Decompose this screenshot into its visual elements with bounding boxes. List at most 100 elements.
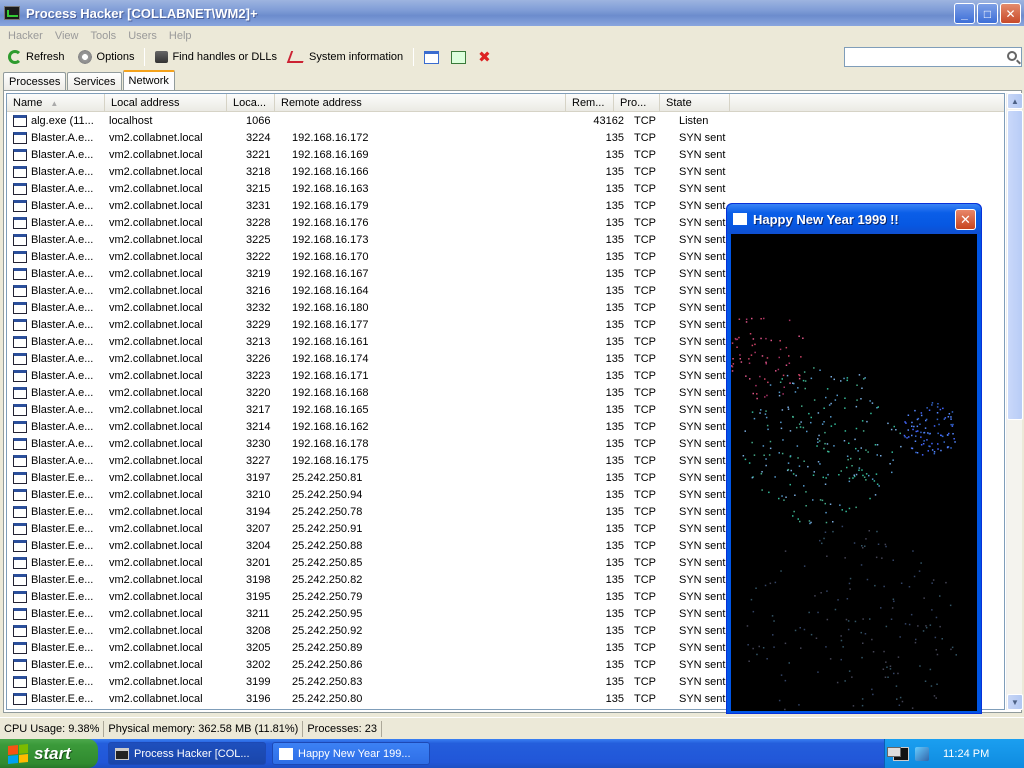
start-button[interactable]: start	[0, 739, 98, 768]
firework-spark	[855, 506, 857, 509]
scrollbar-thumb[interactable]	[1007, 110, 1023, 420]
firework-spark	[817, 671, 819, 673]
process-window-icon	[13, 267, 27, 280]
firework-spark	[842, 646, 844, 648]
table-row[interactable]: Blaster.A.e... vm2.collabnet.local 3218 192…	[7, 163, 1004, 180]
menu-hacker[interactable]: Hacker	[2, 30, 49, 42]
firework-spark	[805, 505, 807, 507]
process-name-text: Blaster.A.e...	[31, 148, 94, 161]
clock[interactable]: 11:24 PM	[943, 748, 989, 760]
firework-spark	[780, 674, 783, 676]
minimize-button[interactable]: _	[954, 3, 975, 24]
column-local-port[interactable]: Loca...	[227, 94, 275, 112]
firework-spark	[936, 653, 939, 656]
firework-spark	[917, 417, 920, 420]
cell-remote-port: 135	[605, 250, 624, 263]
table-row[interactable]: Blaster.A.e... vm2.collabnet.local 3215 192…	[7, 180, 1004, 197]
firework-spark	[876, 454, 878, 456]
popup-title-bar[interactable]: Happy New Year 1999 !!	[727, 204, 981, 234]
menu-help[interactable]: Help	[163, 30, 198, 42]
cell-remote-port: 135	[605, 454, 624, 467]
column-protocol[interactable]: Pro...	[614, 94, 660, 112]
firework-spark	[848, 582, 851, 585]
firework-spark	[865, 449, 867, 451]
firework-spark	[887, 676, 889, 678]
firework-spark	[925, 626, 928, 629]
firework-spark	[876, 444, 879, 446]
network-icon[interactable]	[915, 746, 929, 761]
firework-spark	[794, 391, 797, 393]
tab-processes[interactable]: Processes	[3, 72, 67, 90]
tab-services[interactable]: Services	[67, 72, 122, 90]
search-input[interactable]	[844, 47, 1022, 67]
table-row[interactable]: Blaster.A.e... vm2.collabnet.local 3224 192…	[7, 129, 1004, 146]
firework-spark	[848, 442, 850, 444]
firework-spark	[827, 473, 829, 476]
refresh-button[interactable]: Refresh	[2, 46, 71, 68]
firework-spark	[861, 387, 863, 389]
firework-spark	[753, 454, 756, 456]
scroll-down-button[interactable]: ▼	[1007, 694, 1023, 710]
find-handles-button[interactable]: Find handles or DLLs	[149, 46, 283, 68]
options-button[interactable]: Options	[71, 46, 141, 68]
firework-spark	[855, 447, 857, 450]
window-icon	[424, 50, 440, 64]
firework-spark	[920, 414, 923, 417]
maximize-button[interactable]: □	[977, 3, 998, 24]
cell-process-name: Blaster.E.e...	[7, 692, 105, 705]
column-local-address[interactable]: Local address	[105, 94, 227, 112]
firework-spark	[758, 645, 760, 648]
search-icon[interactable]	[1007, 51, 1017, 61]
firework-spark	[875, 556, 878, 559]
menu-view[interactable]: View	[49, 30, 85, 42]
menu-users[interactable]: Users	[122, 30, 163, 42]
happy-new-year-window[interactable]: Happy New Year 1999 !! ✕	[726, 203, 982, 714]
process-window-icon	[13, 437, 27, 450]
firework-spark	[916, 452, 919, 454]
column-remote-port[interactable]: Rem...	[566, 94, 614, 112]
firework-spark	[824, 531, 827, 533]
options-label: Options	[96, 51, 135, 63]
keyboard-icon[interactable]	[887, 747, 901, 757]
firework-spark	[760, 473, 763, 475]
column-name[interactable]: Name ▲	[7, 94, 105, 112]
find-window-button[interactable]	[418, 46, 445, 68]
scroll-up-button[interactable]: ▲	[1007, 93, 1023, 109]
firework-spark	[944, 417, 947, 419]
firework-spark	[788, 362, 791, 364]
cell-remote-address: 192.168.16.167	[292, 267, 369, 280]
firework-spark	[860, 447, 862, 449]
menu-tools[interactable]: Tools	[85, 30, 123, 42]
taskbar-item-process-hacker[interactable]: Process Hacker [COL...	[108, 742, 266, 765]
firework-spark	[856, 399, 858, 401]
vertical-scrollbar[interactable]: ▲ ▼	[1006, 93, 1023, 710]
firework-spark	[823, 421, 825, 423]
firework-spark	[869, 400, 871, 402]
taskbar-item-happy-new-year[interactable]: Happy New Year 199...	[272, 742, 430, 765]
system-information-button[interactable]: System information	[283, 46, 409, 68]
tab-network[interactable]: Network	[122, 70, 175, 90]
firework-spark	[752, 610, 755, 613]
firework-spark	[927, 432, 929, 434]
firework-spark	[848, 507, 851, 510]
popup-close-button[interactable]: ✕	[955, 209, 976, 230]
fireworks-canvas	[731, 234, 977, 711]
firework-spark	[762, 445, 765, 447]
firework-spark	[855, 473, 858, 476]
cell-process-name: Blaster.A.e...	[7, 284, 105, 297]
cell-protocol: TCP	[634, 471, 656, 484]
title-bar[interactable]: Process Hacker [COLLABNET\WM2]+ _ □ ✕	[0, 0, 1024, 26]
firework-spark	[756, 397, 758, 400]
column-state[interactable]: State	[660, 94, 730, 112]
firework-spark	[942, 407, 944, 410]
table-row[interactable]: Blaster.A.e... vm2.collabnet.local 3221 192…	[7, 146, 1004, 163]
firework-spark	[760, 337, 762, 340]
close-button[interactable]: ✕	[1000, 3, 1021, 24]
table-row[interactable]: alg.exe (11... localhost 1066 43162 TCP Liste…	[7, 112, 1004, 129]
column-remote-address[interactable]: Remote address	[275, 94, 566, 112]
find-window-and-thread-button[interactable]	[445, 46, 472, 68]
firework-spark	[854, 438, 856, 441]
terminate-button[interactable]: ✖	[472, 46, 497, 68]
start-label: start	[34, 743, 71, 763]
firework-spark	[799, 627, 801, 629]
